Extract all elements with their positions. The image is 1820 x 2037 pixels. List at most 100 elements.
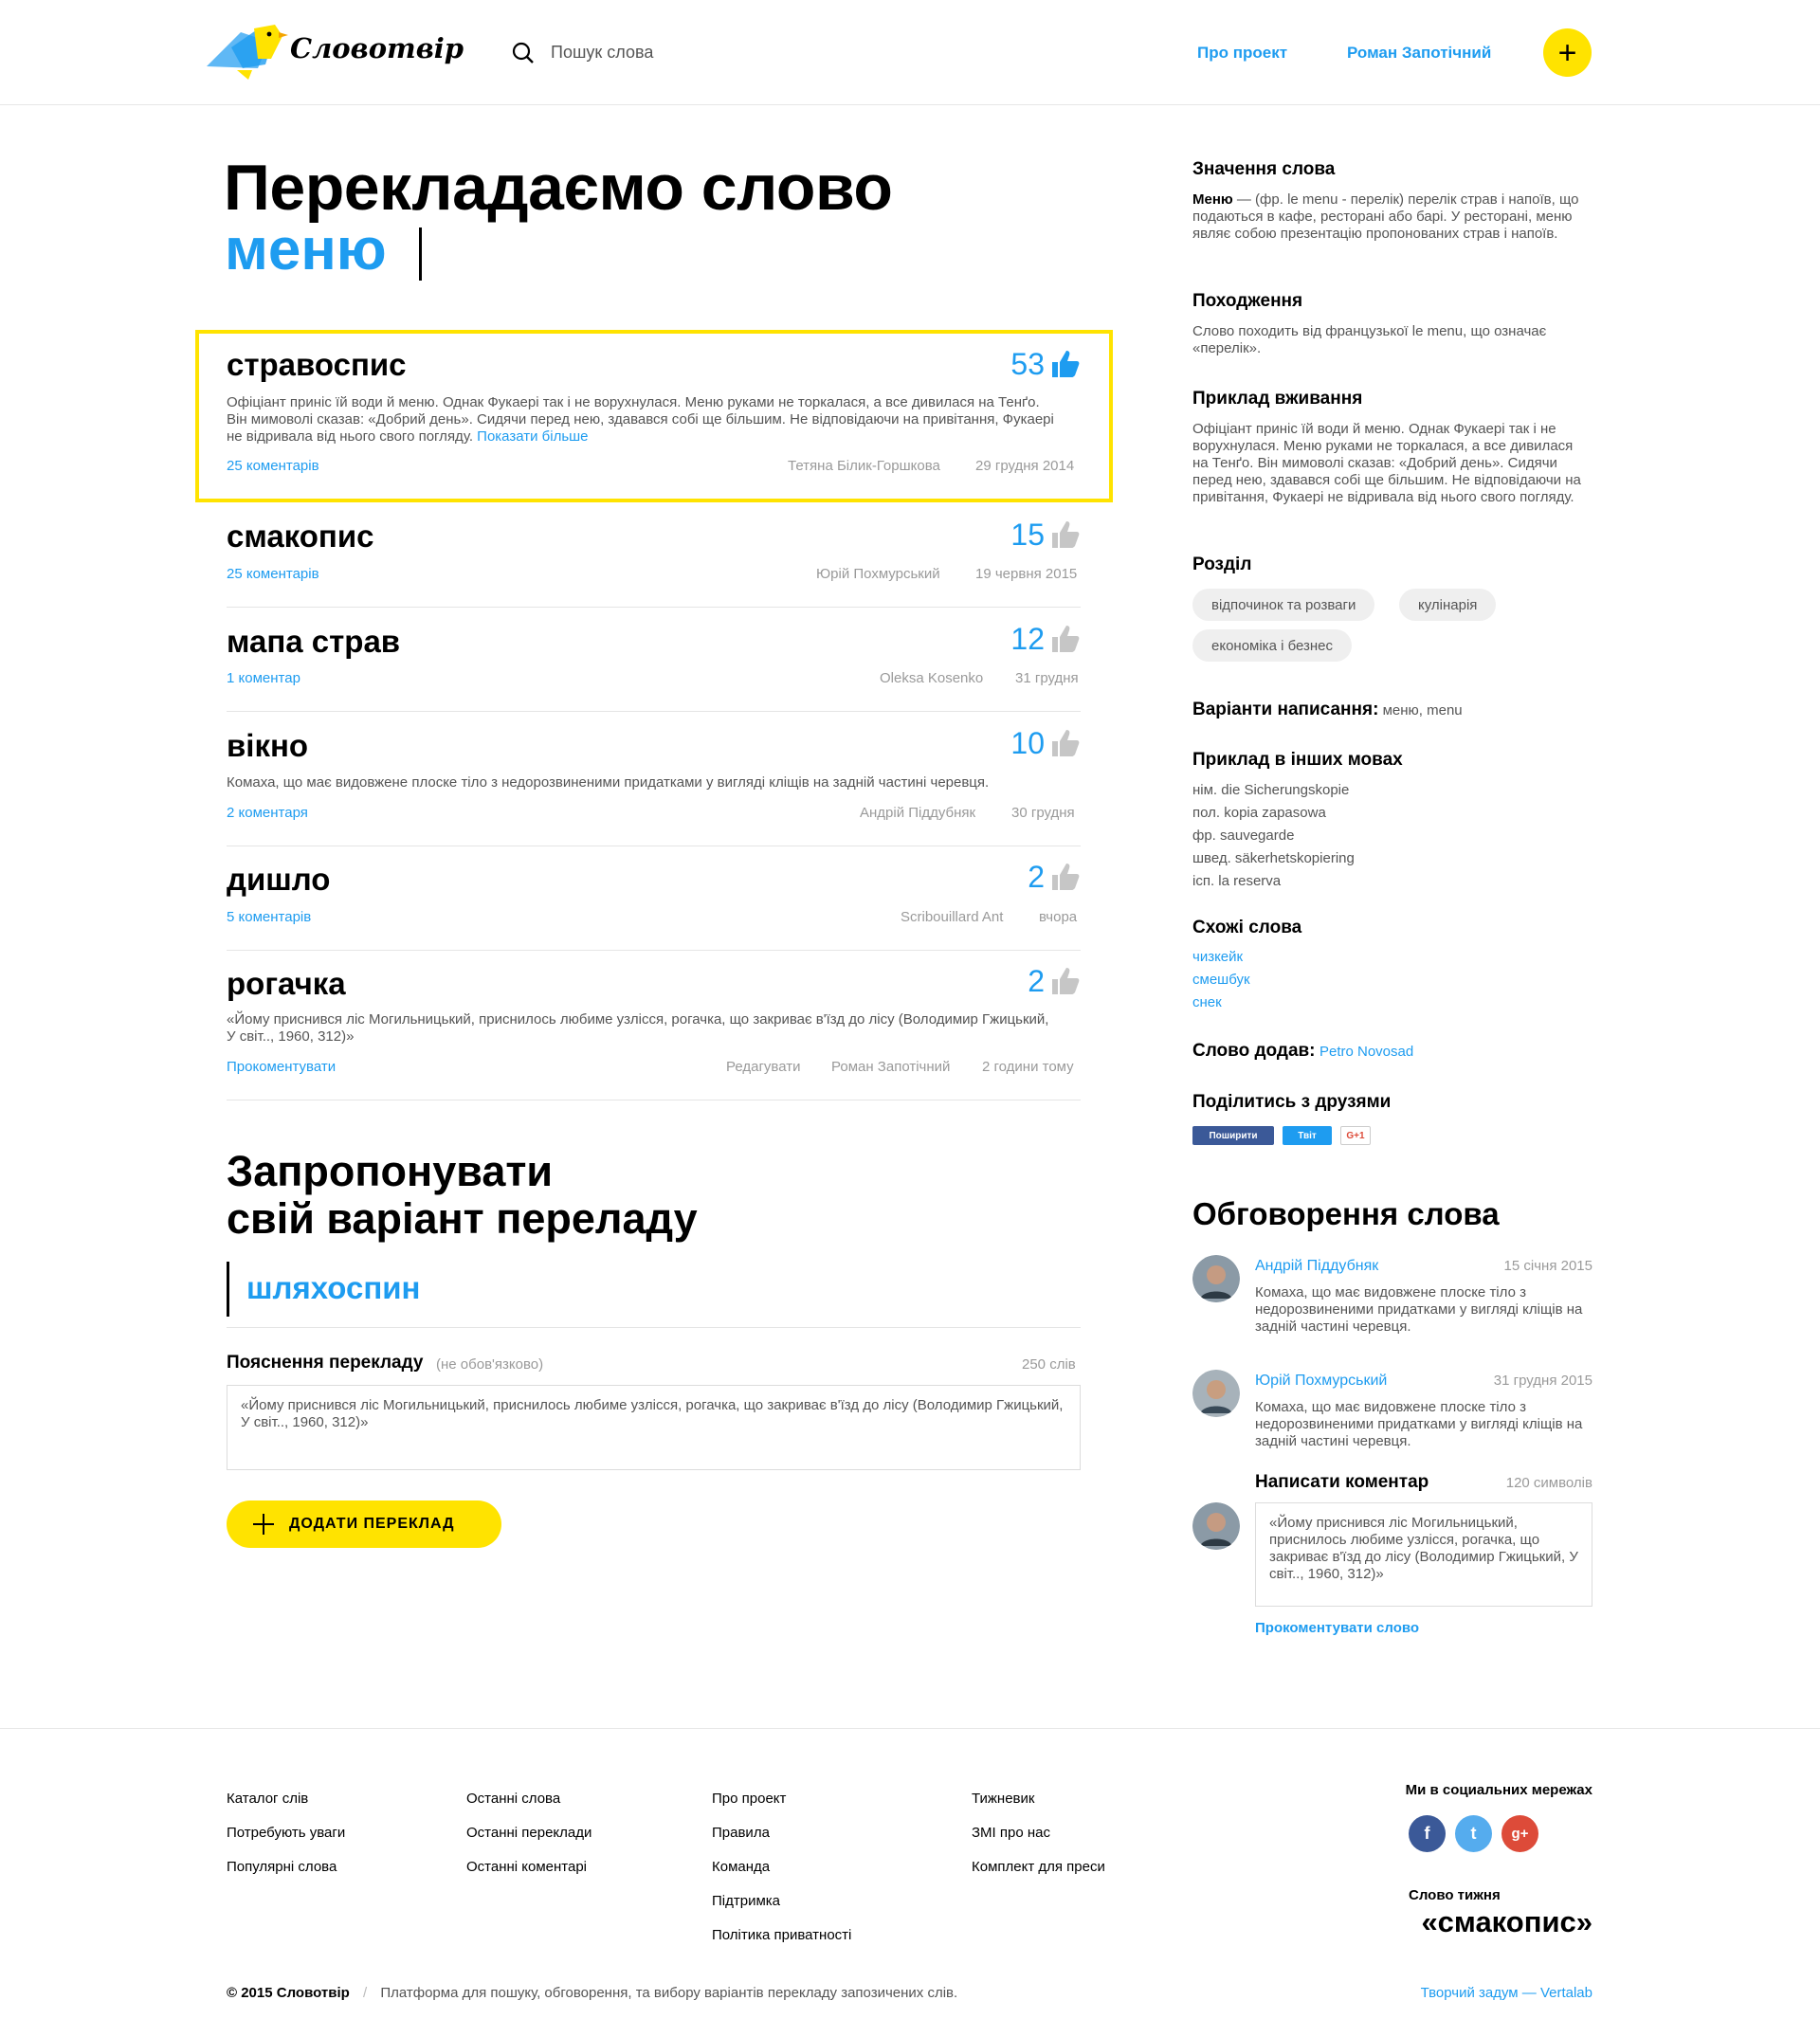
footer-link[interactable]: Каталог слів (227, 1782, 345, 1816)
vote-widget[interactable]: 53 (1010, 349, 1081, 379)
vote-widget[interactable]: 10 (1010, 728, 1081, 758)
twitter-share-button[interactable]: Твіт (1283, 1126, 1332, 1145)
translation-word[interactable]: смакопис (227, 518, 374, 555)
add-word-button[interactable]: + (1543, 28, 1592, 77)
footer-col-4: Тижневик ЗМІ про нас Комплект для преси (972, 1782, 1105, 1884)
tag-leisure[interactable]: відпочинок та розваги (1192, 589, 1375, 621)
tag-economy[interactable]: економіка і безнес (1192, 629, 1353, 662)
lang-item: пол. kopia zapasowa (1192, 805, 1326, 821)
footer-link[interactable]: Останні слова (466, 1782, 592, 1816)
commenter-name[interactable]: Андрій Піддубняк (1255, 1258, 1378, 1275)
translation-author[interactable]: Роман Запотічний (831, 1059, 950, 1075)
plus-icon (253, 1514, 274, 1535)
comments-link[interactable]: 25 коментарів (227, 458, 319, 474)
translation-word[interactable]: мапа страв (227, 624, 400, 660)
search-input[interactable]: Пошук слова (551, 43, 653, 63)
twitter-icon[interactable]: t (1455, 1815, 1492, 1852)
plus-icon: + (1557, 34, 1577, 71)
edit-link[interactable]: Редагувати (726, 1059, 801, 1075)
translation-author[interactable]: Юрій Похмурський (816, 566, 940, 582)
vote-widget[interactable]: 12 (1010, 624, 1081, 654)
comment-text: Комаха, що має видовжене плоске тіло з н… (1255, 1399, 1583, 1449)
footer-link[interactable]: Підтримка (712, 1884, 851, 1919)
comments-link[interactable]: 25 коментарів (227, 566, 319, 582)
vote-count: 10 (1010, 726, 1045, 760)
vote-count: 2 (1028, 860, 1045, 894)
logo-text[interactable]: Словотвір (290, 32, 464, 64)
input-bar (227, 1262, 229, 1317)
thumbs-up-icon[interactable] (1050, 349, 1081, 379)
footer-link[interactable]: Потребують уваги (227, 1816, 345, 1850)
credit-link[interactable]: Творчий задум — Vertalab (1421, 1985, 1592, 2001)
lang-item: нім. die Sicherungskopie (1192, 782, 1350, 798)
lang-item: фр. sauvegarde (1192, 828, 1295, 844)
nav-about[interactable]: Про проект (1197, 44, 1287, 63)
write-comment-heading: Написати коментар (1255, 1472, 1429, 1492)
vote-widget[interactable]: 15 (1010, 519, 1081, 550)
facebook-share-label: Поширити (1209, 1130, 1258, 1141)
translation-author[interactable]: Oleksa Kosenko (880, 670, 983, 686)
similar-list: чизкейк смешбук снек (1192, 946, 1250, 1014)
divider (227, 607, 1081, 608)
translation-word[interactable]: стравоспис (227, 347, 407, 383)
translation-word[interactable]: вікно (227, 728, 308, 764)
footer-link[interactable]: Останні переклади (466, 1816, 592, 1850)
translation-author[interactable]: Андрій Піддубняк (860, 805, 975, 821)
comments-link[interactable]: 2 коментаря (227, 805, 308, 821)
footer-col-1: Каталог слів Потребують уваги Популярні … (227, 1782, 345, 1884)
similar-word-link[interactable]: чизкейк (1192, 946, 1250, 969)
footer-link[interactable]: ЗМІ про нас (972, 1816, 1105, 1850)
footer-link[interactable]: Комплект для преси (972, 1850, 1105, 1884)
footer-link[interactable]: Останні коментарі (466, 1850, 592, 1884)
thumbs-up-icon[interactable] (1050, 728, 1081, 758)
thumbs-up-icon[interactable] (1050, 519, 1081, 550)
discussion-title: Обговорення слова (1192, 1196, 1500, 1231)
vote-widget[interactable]: 2 (1028, 862, 1081, 892)
vote-widget[interactable]: 2 (1028, 966, 1081, 996)
search-icon[interactable] (512, 42, 535, 64)
tag-cooking[interactable]: кулінарія (1399, 589, 1497, 621)
nav-user[interactable]: Роман Запотічний (1347, 44, 1491, 63)
footer-link[interactable]: Правила (712, 1816, 851, 1850)
submit-comment-link[interactable]: Прокоментувати слово (1255, 1620, 1419, 1636)
thumbs-up-icon[interactable] (1050, 966, 1081, 996)
vote-count: 2 (1028, 964, 1045, 998)
thumbs-up-icon[interactable] (1050, 862, 1081, 892)
facebook-share-button[interactable]: Поширити (1192, 1126, 1274, 1145)
gplus-share-button[interactable]: G+1 (1340, 1126, 1371, 1145)
comment-textarea[interactable]: «Йому приснився ліс Могильницький, присн… (1255, 1502, 1592, 1607)
comment-action-link[interactable]: Прокоментувати (227, 1059, 336, 1075)
translation-word[interactable]: рогачка (227, 966, 346, 1002)
comments-link[interactable]: 5 коментарів (227, 909, 311, 925)
similar-word-link[interactable]: смешбук (1192, 969, 1250, 991)
footer-link[interactable]: Політика приватності (712, 1919, 851, 1953)
thumbs-up-icon[interactable] (1050, 624, 1081, 654)
similar-word-link[interactable]: снек (1192, 991, 1250, 1014)
word-of-week[interactable]: «смакопис» (1421, 1905, 1592, 1939)
vote-count: 15 (1010, 518, 1045, 552)
spelling: Варіанти написання: меню, menu (1192, 700, 1463, 720)
footer-link[interactable]: Про проект (712, 1782, 851, 1816)
spelling-values: меню, menu (1378, 702, 1463, 718)
footer-link[interactable]: Команда (712, 1850, 851, 1884)
footer-link[interactable]: Тижневик (972, 1782, 1105, 1816)
show-more-link[interactable]: Показати більше (477, 428, 588, 445)
text-caret (419, 227, 422, 281)
commenter-name[interactable]: Юрій Похмурський (1255, 1373, 1387, 1390)
translation-date: 31 грудня (1015, 670, 1079, 686)
explain-label: Пояснення перекладу (227, 1353, 424, 1373)
explain-textarea[interactable]: «Йому приснився ліс Могильницький, присн… (227, 1385, 1081, 1470)
translation-input[interactable]: шляхоспин (246, 1270, 420, 1306)
gplus-icon[interactable]: g+ (1502, 1815, 1538, 1852)
add-translation-button[interactable]: ДОДАТИ ПЕРЕКЛАД (227, 1500, 501, 1548)
translation-author[interactable]: Scribouillard Ant (901, 909, 1003, 925)
divider (227, 711, 1081, 712)
added-user-link[interactable]: Petro Novosad (1320, 1044, 1413, 1060)
facebook-icon[interactable]: f (1409, 1815, 1446, 1852)
translation-author[interactable]: Тетяна Білик-Горшкова (788, 458, 940, 474)
comments-link[interactable]: 1 коментар (227, 670, 300, 686)
footer-col-3: Про проект Правила Команда Підтримка Пол… (712, 1782, 851, 1953)
gplus-glyph: g+ (1511, 1826, 1529, 1842)
translation-word[interactable]: дишло (227, 862, 330, 898)
footer-link[interactable]: Популярні слова (227, 1850, 345, 1884)
